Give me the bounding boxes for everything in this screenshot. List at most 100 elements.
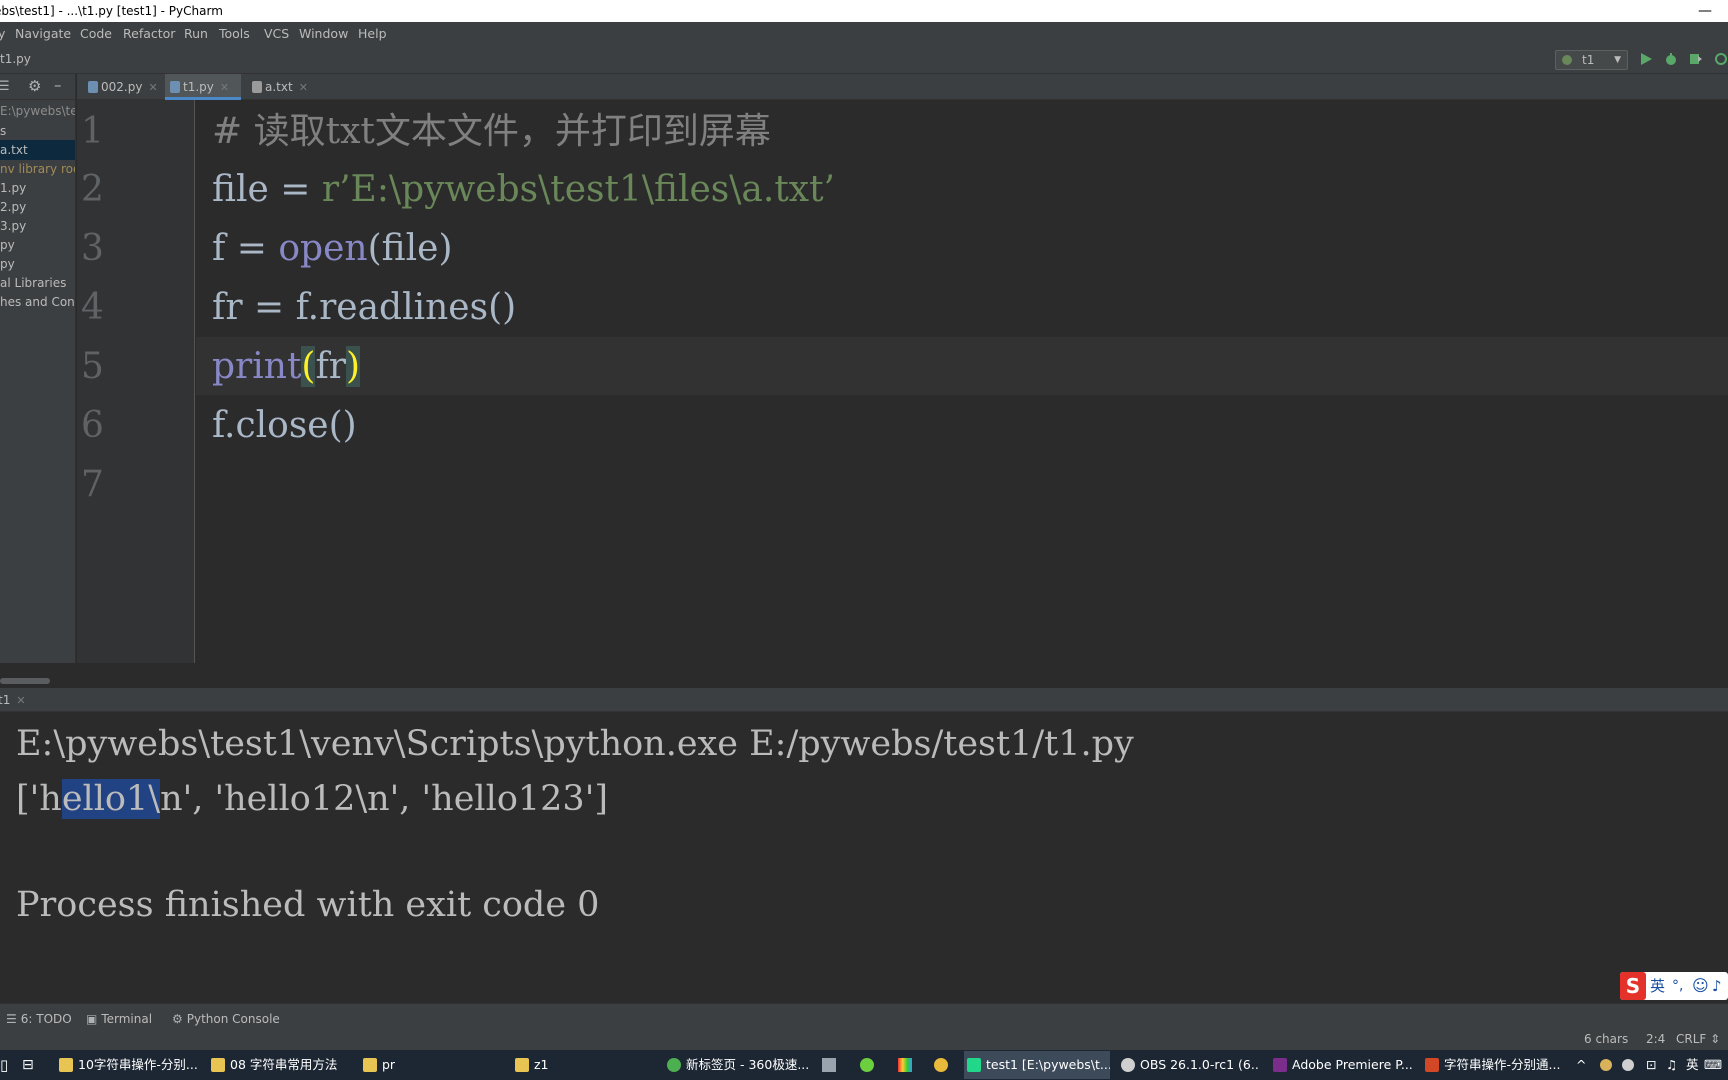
run-panel-header: t1 ✕: [0, 688, 1728, 712]
task-view-icon[interactable]: ⊟: [22, 1050, 34, 1080]
coverage-icon[interactable]: [1689, 52, 1703, 66]
horizontal-scrollbar[interactable]: [0, 678, 50, 684]
string-literal: r’E:\pywebs\test1\files\a.txt’: [321, 169, 835, 210]
gear-icon[interactable]: ⚙: [28, 77, 41, 95]
taskbar-item-label: 10字符串操作-分别...: [78, 1057, 198, 1072]
terminal-tab-label: Terminal: [101, 1012, 153, 1026]
menu-code[interactable]: Code: [80, 22, 112, 45]
emoji-icon[interactable]: ☺: [1692, 972, 1709, 1000]
volume-icon[interactable]: ♫: [1666, 1050, 1677, 1080]
output-text: ['h: [16, 779, 62, 819]
run-console[interactable]: E:\pywebs\test1\venv\Scripts\python.exe …: [0, 712, 1728, 1003]
tab-t1-py[interactable]: t1.py ✕: [165, 74, 241, 100]
taskbar-item[interactable]: Adobe Premiere P...: [1270, 1051, 1412, 1079]
terminal-icon: ▣: [86, 1012, 98, 1026]
code-token: fr = f.readlines(): [212, 287, 517, 328]
menu-vcs[interactable]: VCS: [264, 22, 289, 45]
menu-bar: y Navigate Code Refactor Run Tools VCS W…: [0, 22, 1728, 45]
ime-toolbar[interactable]: S 英 °, ☺ ♪: [1620, 972, 1728, 1000]
browser-icon: [667, 1058, 681, 1072]
tree-item-venv[interactable]: nv library roo: [0, 159, 75, 179]
code-line-5: print(fr): [212, 338, 361, 396]
app-icon[interactable]: [860, 1058, 874, 1072]
app-icon[interactable]: [822, 1058, 836, 1072]
tab-a-txt[interactable]: a.txt ✕: [247, 74, 321, 100]
menu-navigate[interactable]: Navigate: [15, 22, 71, 45]
builtin-function: open: [278, 228, 368, 269]
menu-tools[interactable]: Tools: [219, 22, 250, 45]
tree-item[interactable]: 3.py: [0, 216, 75, 236]
taskbar-item[interactable]: pr: [360, 1051, 500, 1079]
tree-item[interactable]: 1.py: [0, 178, 75, 198]
python-console-tab-label: Python Console: [186, 1012, 280, 1026]
code-editor[interactable]: # 读取txt文本文件，并打印到屏幕 file = r’E:\pywebs\te…: [196, 100, 1728, 663]
tree-item[interactable]: 2.py: [0, 197, 75, 217]
tray-language[interactable]: 英: [1686, 1050, 1699, 1080]
ime-language[interactable]: 英: [1650, 972, 1665, 1000]
code-line-4: fr = f.readlines(): [212, 279, 516, 337]
collapse-icon[interactable]: ☰: [0, 79, 10, 94]
line-number: 1: [81, 111, 104, 152]
tray-app-icon[interactable]: [1622, 1059, 1634, 1071]
tree-item-external-libraries[interactable]: al Libraries: [0, 273, 75, 293]
taskbar-item[interactable]: z1: [512, 1051, 652, 1079]
close-icon[interactable]: ✕: [220, 81, 229, 94]
line-separator[interactable]: CRLF ⇕: [1676, 1028, 1720, 1050]
list-icon: ☰: [6, 1012, 17, 1026]
microphone-icon[interactable]: ♪: [1712, 972, 1722, 1000]
tray-app-icon[interactable]: [1600, 1059, 1612, 1071]
line-number: 7: [81, 464, 104, 505]
run-tab[interactable]: t1 ✕: [0, 688, 26, 713]
python-file-icon: [170, 81, 180, 93]
task-view-icon[interactable]: ▯: [0, 1050, 8, 1080]
taskbar-item[interactable]: 字符串操作-分别通...: [1422, 1051, 1562, 1079]
code-token: fr: [315, 346, 347, 387]
caret-position[interactable]: 2:4: [1646, 1028, 1665, 1050]
chrome-icon[interactable]: [934, 1058, 948, 1072]
hide-panel-icon[interactable]: –: [54, 76, 62, 94]
breadcrumb[interactable]: t1.py: [0, 45, 31, 74]
matched-brace: (: [301, 346, 316, 387]
tree-item[interactable]: py: [0, 254, 75, 274]
taskbar-item[interactable]: 08 字符串常用方法: [208, 1051, 360, 1079]
console-exit-line: Process finished with exit code 0: [16, 885, 600, 925]
menu-view-partial[interactable]: y: [0, 22, 5, 45]
project-root[interactable]: E:\pywebs\te: [0, 101, 75, 121]
menu-run[interactable]: Run: [184, 22, 208, 45]
network-icon[interactable]: ⊡: [1646, 1050, 1656, 1080]
tree-item[interactable]: py: [0, 235, 75, 255]
run-icon[interactable]: [1639, 52, 1653, 66]
profile-icon[interactable]: [1714, 52, 1728, 66]
taskbar-item[interactable]: 10字符串操作-分别...: [56, 1051, 198, 1079]
keyboard-icon[interactable]: ⌨: [1704, 1050, 1722, 1080]
close-icon[interactable]: ✕: [148, 81, 157, 94]
menu-refactor[interactable]: Refactor: [123, 22, 175, 45]
taskbar-item-active[interactable]: test1 [E:\pywebs\t...: [964, 1051, 1110, 1079]
sogou-logo-icon: S: [1620, 972, 1646, 1000]
line-number: 4: [81, 287, 104, 328]
taskbar-item[interactable]: 新标签页 - 360极速...: [664, 1051, 814, 1079]
tab-002-py[interactable]: 002.py ✕: [83, 74, 165, 100]
minimize-button[interactable]: —: [1698, 0, 1712, 22]
taskbar-item[interactable]: OBS 26.1.0-rc1 (6...: [1118, 1051, 1258, 1079]
menu-help[interactable]: Help: [358, 22, 387, 45]
chevron-down-icon: ▼: [1614, 55, 1621, 65]
tree-item-scratches[interactable]: hes and Cons: [0, 292, 75, 312]
debug-icon[interactable]: [1664, 52, 1678, 66]
taskbar-item-label: z1: [534, 1057, 549, 1072]
menu-window[interactable]: Window: [299, 22, 348, 45]
code-line-2: file = r’E:\pywebs\test1\files\a.txt’: [212, 161, 835, 219]
app-icon[interactable]: [898, 1058, 912, 1072]
taskbar-item-label: pr: [382, 1057, 396, 1072]
close-icon[interactable]: ✕: [299, 81, 308, 94]
selected-text: ello1\: [61, 779, 161, 819]
punctuation-icon[interactable]: °,: [1672, 972, 1683, 1000]
line-number: 3: [81, 228, 104, 269]
obs-icon: [1121, 1058, 1135, 1072]
tree-item[interactable]: s: [0, 121, 75, 141]
close-icon[interactable]: ✕: [16, 694, 25, 707]
tree-item-selected[interactable]: a.txt: [0, 140, 75, 160]
run-config-select[interactable]: t1 ▼: [1555, 50, 1628, 70]
tray-chevron-icon[interactable]: ^: [1576, 1050, 1586, 1080]
code-line-3: f = open(file): [212, 220, 453, 278]
